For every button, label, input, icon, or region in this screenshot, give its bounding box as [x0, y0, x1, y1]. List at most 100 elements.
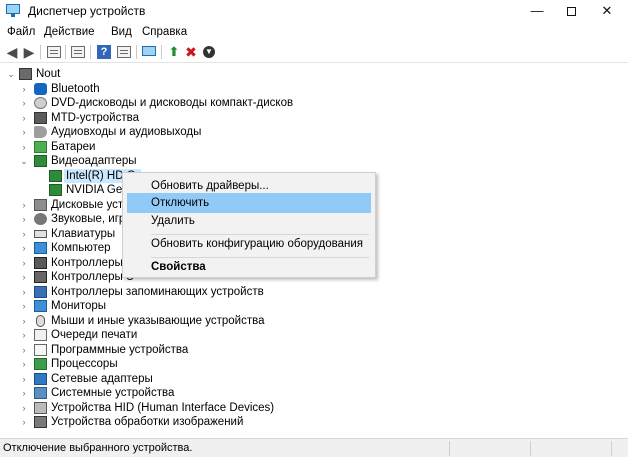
tree-root[interactable]: ⌄ Nout — [0, 67, 628, 82]
menu-action[interactable]: Действие — [44, 26, 95, 38]
expand-chevron-icon[interactable]: › — [19, 125, 29, 139]
expand-chevron-icon[interactable]: › — [19, 299, 29, 313]
expand-chevron-icon[interactable]: › — [19, 198, 29, 212]
close-button[interactable]: ✕ — [592, 0, 622, 22]
tree-item-label: MTD-устройства — [51, 111, 139, 124]
menu-help[interactable]: Справка — [142, 26, 187, 38]
tree-item-print-queues[interactable]: › Очереди печати — [0, 328, 628, 343]
remove-icon[interactable]: ✖ — [183, 44, 199, 60]
display-adapter-icon — [34, 155, 47, 167]
expand-chevron-icon[interactable]: › — [19, 111, 29, 125]
download-icon: ▼ — [203, 46, 215, 58]
expand-chevron-icon[interactable]: › — [19, 140, 29, 154]
tree-item-dvd[interactable]: › DVD-дисководы и дисководы компакт-диск… — [0, 96, 628, 111]
toolbar-separator — [136, 45, 137, 59]
menu-view[interactable]: Вид — [111, 26, 132, 38]
tree-item-monitors[interactable]: › Мониторы — [0, 299, 628, 314]
collapse-chevron-icon[interactable]: ⌄ — [6, 67, 16, 81]
window-title: Диспетчер устройств — [28, 4, 146, 18]
ide-icon — [34, 256, 47, 269]
expand-chevron-icon[interactable]: › — [19, 415, 29, 429]
status-bar: Отключение выбранного устройства. — [0, 438, 628, 457]
tree-item-label: Устройства HID (Human Interface Devices) — [51, 401, 275, 414]
maximize-button[interactable] — [556, 0, 586, 22]
toolbar-separator — [90, 45, 91, 59]
view-button[interactable] — [116, 44, 132, 60]
uninstall-device-menu-item[interactable]: Удалить — [127, 211, 371, 231]
disk-icon — [34, 198, 47, 211]
tree-item-network-adapters[interactable]: › Сетевые адаптеры — [0, 372, 628, 387]
download-button[interactable]: ▼ — [201, 44, 217, 60]
tree-item-mice[interactable]: › Мыши и иные указывающие устройства — [0, 314, 628, 329]
tree-item-bluetooth[interactable]: › Bluetooth — [0, 82, 628, 97]
scan-hardware-menu-item[interactable]: Обновить конфигурацию оборудования — [127, 234, 371, 254]
display-adapter-icon — [49, 169, 62, 182]
tree-item-label: DVD-дисководы и дисководы компакт-дисков — [51, 97, 294, 109]
maximize-icon — [566, 7, 576, 17]
expand-chevron-icon[interactable]: › — [19, 285, 29, 299]
back-arrow-icon[interactable]: ◀ — [4, 44, 20, 60]
tree-item-imaging[interactable]: › Устройства обработки изображений — [0, 415, 628, 430]
expand-chevron-icon[interactable]: › — [19, 386, 29, 400]
expand-chevron-icon[interactable]: › — [19, 314, 29, 328]
help-icon[interactable]: ? — [97, 45, 111, 59]
tree-item-label: Аудиовходы и аудиовыходы — [51, 126, 202, 138]
tree-item-audio-io[interactable]: › Аудиовходы и аудиовыходы — [0, 125, 628, 140]
software-icon — [34, 343, 47, 356]
status-text: Отключение выбранного устройства. — [3, 442, 193, 454]
menu-file[interactable]: Файл — [7, 26, 35, 38]
tree-item-label: Компьютер — [51, 242, 111, 254]
tree-item-label: Сетевые адаптеры — [51, 372, 153, 385]
battery-icon — [34, 140, 47, 153]
disable-device-menu-item[interactable]: Отключить — [127, 193, 371, 213]
network-icon — [34, 372, 47, 385]
forward-arrow-icon[interactable]: ▶ — [21, 44, 37, 60]
menu-bar: Файл Действие Вид Справка — [0, 23, 628, 41]
expand-chevron-icon[interactable]: › — [19, 227, 29, 241]
properties-menu-item[interactable]: Свойства — [127, 257, 371, 277]
sound-icon — [34, 213, 47, 225]
tree-item-storage-controllers[interactable]: › Контроллеры запоминающих устройств — [0, 285, 628, 300]
tree-item-label: Очереди печати — [51, 329, 138, 341]
tree-item-label: Процессоры — [51, 358, 118, 370]
tree-item-label: Клавиатуры — [51, 227, 116, 240]
expand-chevron-icon[interactable]: › — [19, 328, 29, 342]
tree-item-label: Системные устройства — [51, 387, 175, 399]
tree-item-batteries[interactable]: › Батареи — [0, 140, 628, 155]
expand-chevron-icon[interactable]: › — [19, 401, 29, 415]
imaging-icon — [34, 416, 47, 428]
title-bar: Диспетчер устройств — ✕ — [0, 0, 628, 22]
minimize-button[interactable]: — — [522, 0, 552, 22]
tree-item-system-devices[interactable]: › Системные устройства — [0, 386, 628, 401]
display-adapter-icon — [49, 184, 62, 196]
toolbar-separator — [161, 45, 162, 59]
usb-icon — [34, 271, 47, 283]
expand-chevron-icon[interactable]: › — [19, 96, 29, 110]
tree-item-processors[interactable]: › Процессоры — [0, 357, 628, 372]
expand-chevron-icon[interactable]: › — [19, 343, 29, 357]
collapse-chevron-icon[interactable]: ⌄ — [19, 154, 29, 168]
properties-icon — [47, 46, 61, 58]
status-divider — [530, 441, 531, 456]
view-icon — [117, 46, 131, 58]
expand-chevron-icon[interactable]: › — [19, 212, 29, 226]
tree-item-software-devices[interactable]: › Программные устройства — [0, 343, 628, 358]
expand-chevron-icon[interactable]: › — [19, 372, 29, 386]
expand-chevron-icon[interactable]: › — [19, 241, 29, 255]
add-driver-icon[interactable]: ⬆ — [166, 44, 182, 60]
computer-icon — [19, 68, 32, 80]
expand-chevron-icon[interactable]: › — [19, 82, 29, 96]
tree-item-label: Видеоадаптеры — [51, 155, 137, 167]
expand-chevron-icon[interactable]: › — [19, 270, 29, 284]
system-icon — [34, 387, 47, 399]
tree-item-mtd[interactable]: › MTD-устройства — [0, 111, 628, 126]
list-button[interactable] — [70, 44, 86, 60]
expand-chevron-icon[interactable]: › — [19, 256, 29, 270]
tree-item-display-adapters[interactable]: ⌄ Видеоадаптеры — [0, 154, 628, 169]
tree-item-hid[interactable]: › Устройства HID (Human Interface Device… — [0, 401, 628, 416]
properties-button[interactable] — [46, 44, 62, 60]
toolbar: ◀ ▶ ? ⬆ ✖ ▼ — [0, 41, 628, 63]
expand-chevron-icon[interactable]: › — [19, 357, 29, 371]
context-menu: Обновить драйверы... Отключить Удалить О… — [122, 172, 376, 278]
scan-hardware-button[interactable] — [141, 44, 157, 60]
